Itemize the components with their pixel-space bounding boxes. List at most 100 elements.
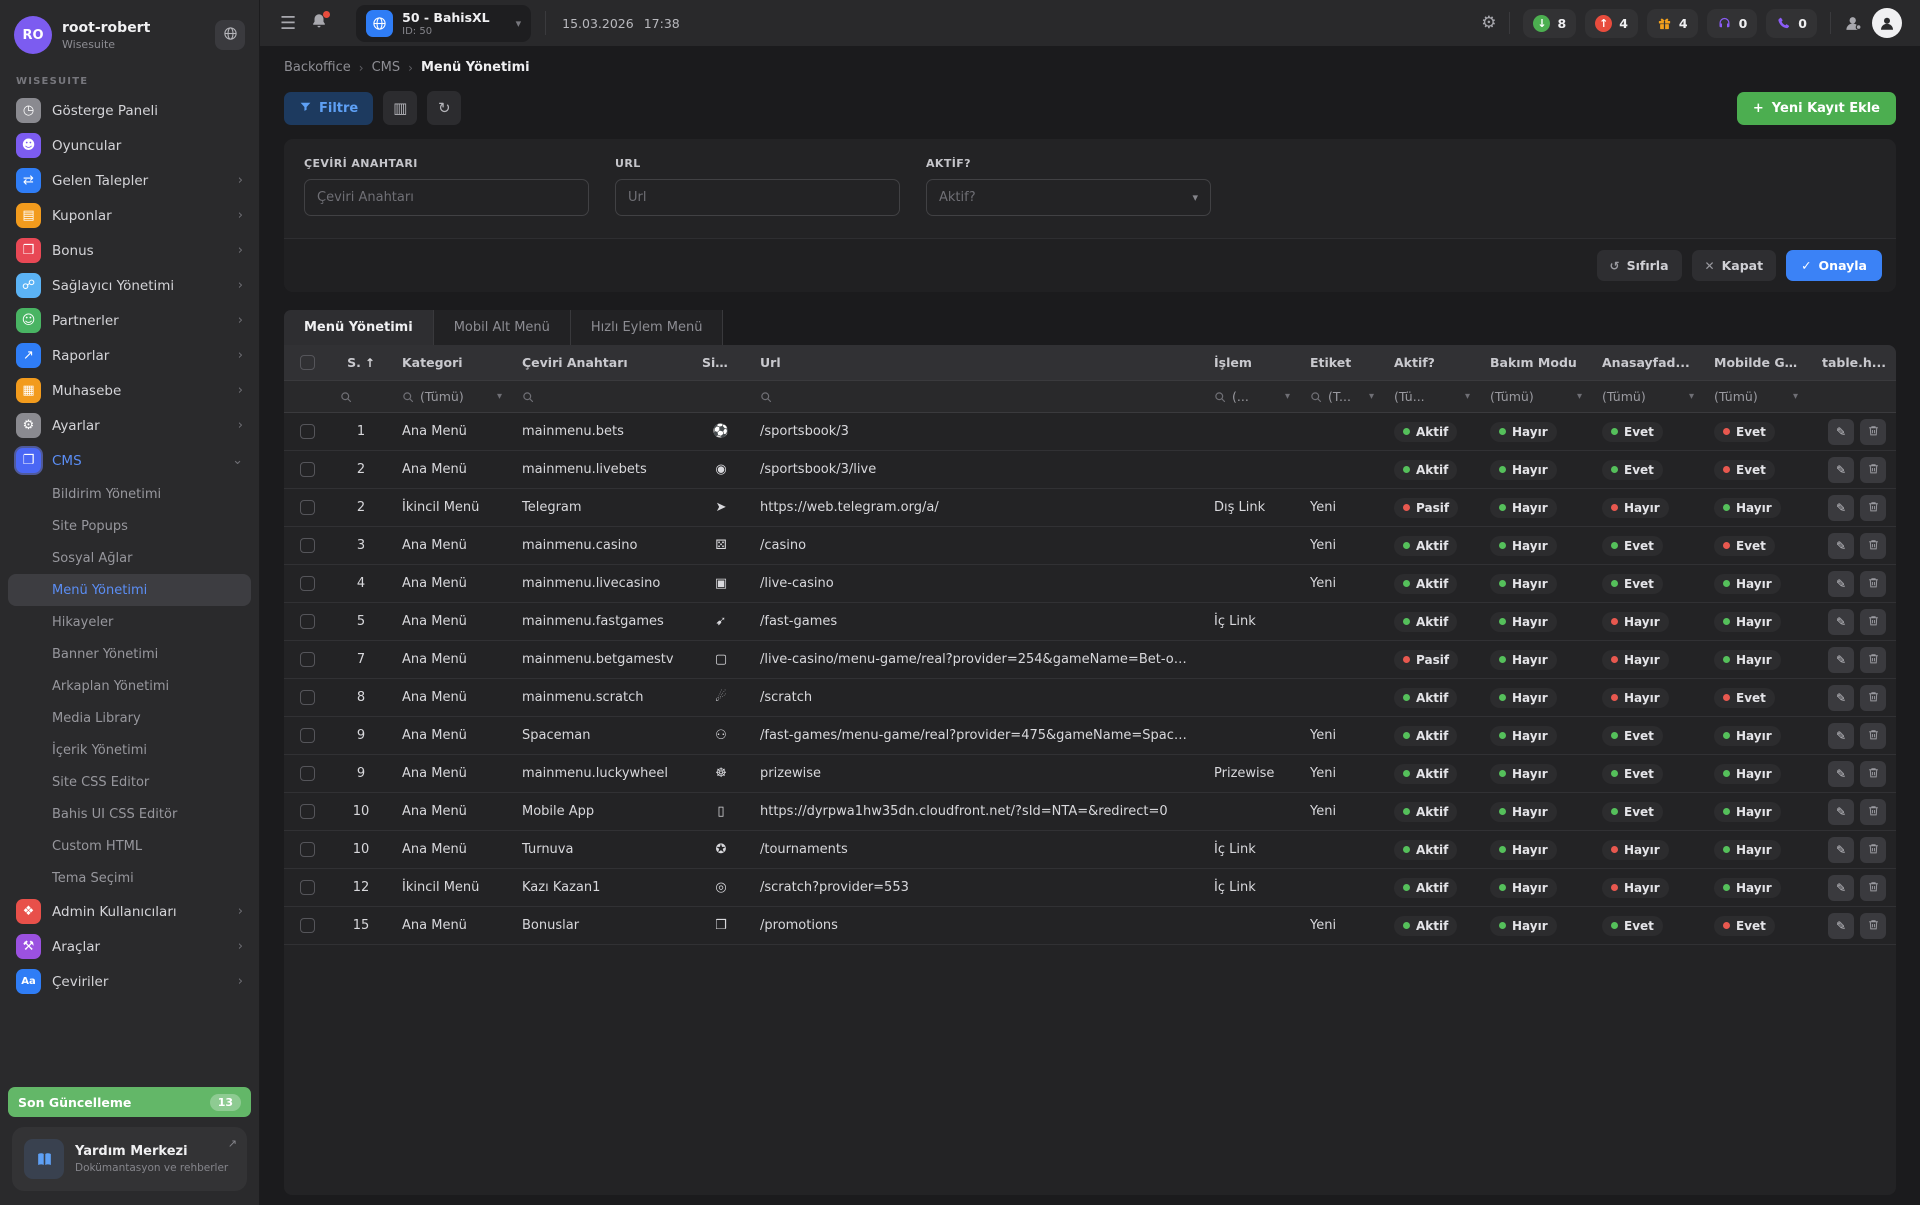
delete-button[interactable] <box>1860 419 1886 445</box>
delete-button[interactable] <box>1860 685 1886 711</box>
withdrawals-badge[interactable]: ↑4 <box>1585 9 1638 38</box>
table-row[interactable]: 4Ana Menümainmenu.livecasino▣/live-casin… <box>284 565 1896 603</box>
user-block[interactable]: RO root-robert Wisesuite <box>0 0 259 66</box>
row-checkbox[interactable] <box>300 652 315 667</box>
edit-button[interactable]: ✎ <box>1828 761 1854 787</box>
tab-menü-yönetimi[interactable]: Menü Yönetimi <box>284 310 434 345</box>
sidebar-item-gelen-talepler[interactable]: ⇄Gelen Talepler› <box>8 163 251 198</box>
filter-button[interactable]: Filtre <box>284 92 373 125</box>
table-row[interactable]: 9Ana Menümainmenu.luckywheel☸prizewisePr… <box>284 755 1896 793</box>
delete-button[interactable] <box>1860 533 1886 559</box>
row-checkbox[interactable] <box>300 462 315 477</box>
table-row[interactable]: 10Ana MenüTurnuva✪/tournamentsİç LinkAkt… <box>284 831 1896 869</box>
sidebar-subitem-arkaplan-y-netimi[interactable]: Arkaplan Yönetimi <box>8 670 251 702</box>
column-header-bakim[interactable]: Bakım Modu <box>1480 355 1592 370</box>
sidebar-subitem-sosyal-a-lar[interactable]: Sosyal Ağlar <box>8 542 251 574</box>
sidebar-item-raporlar[interactable]: ↗Raporlar› <box>8 338 251 373</box>
delete-button[interactable] <box>1860 837 1886 863</box>
column-header-s[interactable]: S.↑ <box>330 355 392 370</box>
translation-key-input[interactable] <box>304 179 589 216</box>
edit-button[interactable]: ✎ <box>1828 609 1854 635</box>
column-header-islem[interactable]: İşlem <box>1204 355 1300 370</box>
sidebar-item-kuponlar[interactable]: ▤Kuponlar› <box>8 198 251 233</box>
filter-cell-bakim[interactable]: (Tümü)▾ <box>1480 389 1592 404</box>
sidebar-subitem-site-popups[interactable]: Site Popups <box>8 510 251 542</box>
sidebar-item-sa-lay-c-y-netimi[interactable]: ☍Sağlayıcı Yönetimi› <box>8 268 251 303</box>
edit-button[interactable]: ✎ <box>1828 837 1854 863</box>
breadcrumb-item[interactable]: Backoffice <box>284 60 351 75</box>
sidebar-item-oyuncular[interactable]: ☻Oyuncular <box>8 128 251 163</box>
hamburger-menu-icon[interactable]: ☰ <box>280 13 296 34</box>
filter-cell-aktif[interactable]: (Tü...▾ <box>1384 389 1480 404</box>
row-checkbox[interactable] <box>300 766 315 781</box>
column-header-mobil[interactable]: Mobilde Gi... <box>1704 355 1808 370</box>
delete-button[interactable] <box>1860 647 1886 673</box>
column-header-anasayfa[interactable]: Anasayfad... <box>1592 355 1704 370</box>
gear-icon[interactable]: ⚙ <box>1481 13 1496 33</box>
sidebar-item-cms[interactable]: ❐CMS⌄ <box>8 443 251 478</box>
row-checkbox[interactable] <box>300 728 315 743</box>
filter-cell-ceviri[interactable] <box>512 391 692 403</box>
tab-hızlı-eylem-menü[interactable]: Hızlı Eylem Menü <box>571 310 724 345</box>
row-checkbox[interactable] <box>300 500 315 515</box>
close-button[interactable]: ✕ Kapat <box>1692 250 1777 281</box>
edit-button[interactable]: ✎ <box>1828 723 1854 749</box>
row-checkbox[interactable] <box>300 538 315 553</box>
filter-cell-s[interactable] <box>330 391 392 403</box>
table-row[interactable]: 5Ana Menümainmenu.fastgames➹/fast-gamesİ… <box>284 603 1896 641</box>
sidebar-subitem-media-library[interactable]: Media Library <box>8 702 251 734</box>
help-center-card[interactable]: Yardım Merkezi Dokümantasyon ve rehberle… <box>12 1127 247 1191</box>
delete-button[interactable] <box>1860 457 1886 483</box>
filter-cell-kategori[interactable]: (Tümü)▾ <box>392 389 512 404</box>
table-row[interactable]: 12İkincil MenüKazı Kazan1◎/scratch?provi… <box>284 869 1896 907</box>
language-button[interactable] <box>215 20 245 50</box>
url-input[interactable] <box>615 179 900 216</box>
active-select[interactable]: Aktif? ▾ <box>926 179 1211 216</box>
delete-button[interactable] <box>1860 495 1886 521</box>
delete-button[interactable] <box>1860 913 1886 939</box>
reset-button[interactable]: ↺ Sıfırla <box>1597 250 1682 281</box>
column-header-ceviri[interactable]: Çeviri Anahtarı <box>512 355 692 370</box>
filter-cell-etiket[interactable]: (T...▾ <box>1300 389 1384 404</box>
filter-cell-url[interactable] <box>750 391 1204 403</box>
edit-button[interactable]: ✎ <box>1828 875 1854 901</box>
column-header-url[interactable]: Url <box>750 355 1204 370</box>
refresh-button[interactable]: ↻ <box>427 91 461 125</box>
table-row[interactable]: 1Ana Menümainmenu.bets⚽/sportsbook/3Akti… <box>284 413 1896 451</box>
sidebar-item-partnerler[interactable]: ☺Partnerler› <box>8 303 251 338</box>
support-badge[interactable]: 0 <box>1707 9 1758 38</box>
delete-button[interactable] <box>1860 761 1886 787</box>
sort-asc-icon[interactable]: ↑ <box>365 356 375 370</box>
sidebar-item-ayarlar[interactable]: ⚙Ayarlar› <box>8 408 251 443</box>
sidebar-subitem-men-y-netimi[interactable]: Menü Yönetimi <box>8 574 251 606</box>
column-header-kategori[interactable]: Kategori <box>392 355 512 370</box>
last-update-banner[interactable]: Son Güncelleme 13 <box>8 1087 251 1117</box>
row-checkbox[interactable] <box>300 690 315 705</box>
calls-badge[interactable]: 0 <box>1766 9 1817 38</box>
notifications-bell-icon[interactable] <box>310 12 328 34</box>
breadcrumb-item[interactable]: CMS <box>372 60 401 75</box>
profile-avatar-icon[interactable] <box>1872 8 1902 38</box>
sidebar-subitem-bildirim-y-netimi[interactable]: Bildirim Yönetimi <box>8 478 251 510</box>
sidebar-item-admin-kullan-c-lar-[interactable]: ❖Admin Kullanıcıları› <box>8 894 251 929</box>
column-header-simge[interactable]: Simge <box>692 355 750 370</box>
table-row[interactable]: 2Ana Menümainmenu.livebets◉/sportsbook/3… <box>284 451 1896 489</box>
filter-cell-anasayfa[interactable]: (Tümü)▾ <box>1592 389 1704 404</box>
sidebar-subitem-site-css-editor[interactable]: Site CSS Editor <box>8 766 251 798</box>
table-row[interactable]: 3Ana Menümainmenu.casino⚄/casinoYeniAkti… <box>284 527 1896 565</box>
edit-button[interactable]: ✎ <box>1828 571 1854 597</box>
sidebar-item--eviriler[interactable]: AaÇeviriler› <box>8 964 251 999</box>
sidebar-subitem-tema-se-imi[interactable]: Tema Seçimi <box>8 862 251 894</box>
delete-button[interactable] <box>1860 875 1886 901</box>
tab-mobil-alt-menü[interactable]: Mobil Alt Menü <box>434 310 571 345</box>
delete-button[interactable] <box>1860 723 1886 749</box>
sidebar-subitem-bahis-ui-css-edit-r[interactable]: Bahis UI CSS Editör <box>8 798 251 830</box>
filter-cell-mobil[interactable]: (Tümü)▾ <box>1704 389 1808 404</box>
table-row[interactable]: 2İkincil MenüTelegram➤https://web.telegr… <box>284 489 1896 527</box>
row-checkbox[interactable] <box>300 804 315 819</box>
table-row[interactable]: 7Ana Menümainmenu.betgamestv▢/live-casin… <box>284 641 1896 679</box>
apply-button[interactable]: ✓ Onayla <box>1786 250 1882 281</box>
sidebar-subitem-hikayeler[interactable]: Hikayeler <box>8 606 251 638</box>
bonus-requests-badge[interactable]: 4 <box>1647 9 1698 38</box>
table-row[interactable]: 9Ana MenüSpaceman⚇/fast-games/menu-game/… <box>284 717 1896 755</box>
